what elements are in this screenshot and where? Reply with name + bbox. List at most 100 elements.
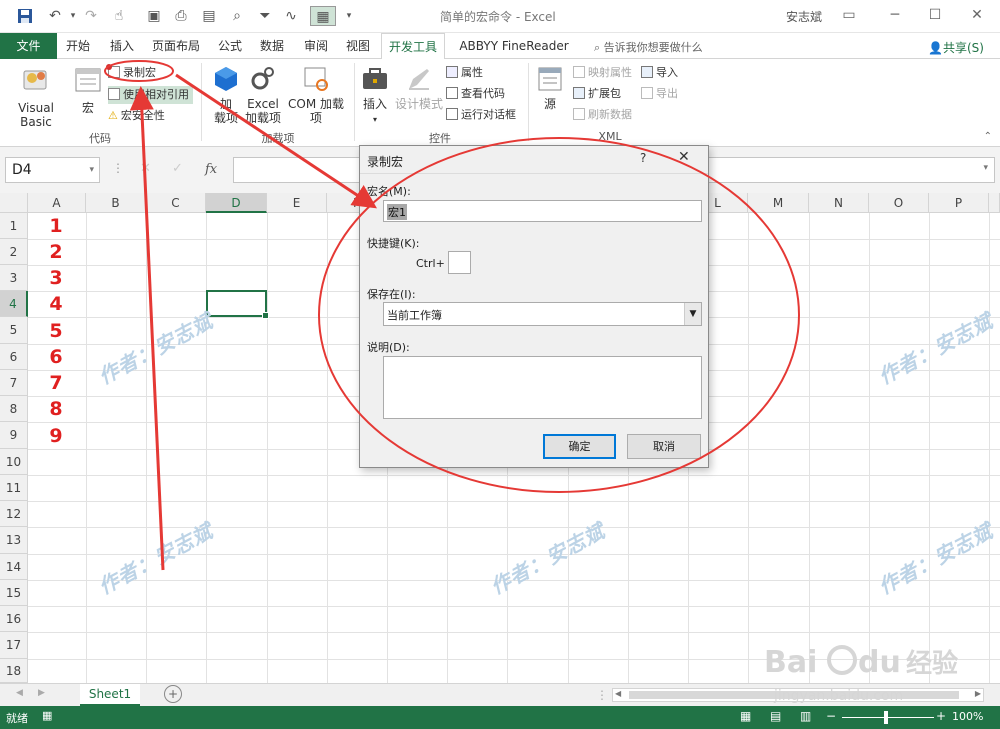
tell-me-search[interactable]: ⌕ 告诉我你想要做什么 bbox=[594, 39, 703, 55]
help-icon[interactable]: ? bbox=[640, 151, 646, 165]
tab-page-layout[interactable]: 页面布局 bbox=[148, 33, 204, 59]
row-header[interactable]: 7 bbox=[0, 370, 28, 396]
save-icon[interactable] bbox=[14, 6, 36, 26]
visual-basic-button[interactable]: Visual Basic bbox=[4, 65, 68, 129]
redo-icon[interactable]: ↷ bbox=[80, 6, 102, 26]
addins-button[interactable]: 加载项 bbox=[208, 65, 244, 125]
minimize-icon[interactable]: ─ bbox=[882, 4, 908, 26]
row-header[interactable]: 11 bbox=[0, 475, 28, 501]
cell-a8[interactable]: 8 bbox=[44, 398, 68, 420]
column-header[interactable]: B bbox=[86, 193, 146, 213]
collapse-ribbon-icon[interactable]: ⌃ bbox=[984, 131, 992, 142]
maximize-icon[interactable]: ☐ bbox=[922, 4, 948, 26]
tab-insert[interactable]: 插入 bbox=[104, 33, 140, 59]
cell-a3[interactable]: 3 bbox=[44, 267, 68, 289]
chevron-down-icon[interactable]: ▼ bbox=[684, 303, 701, 325]
row-header[interactable]: 3 bbox=[0, 265, 28, 291]
more-options-icon[interactable]: ⋮ bbox=[112, 161, 124, 175]
tab-developer[interactable]: 开发工具 bbox=[381, 33, 445, 60]
print-preview-icon[interactable]: ⎙ bbox=[170, 6, 192, 26]
row-header[interactable]: 16 bbox=[0, 606, 28, 632]
column-header-selected[interactable]: D bbox=[206, 193, 267, 213]
column-header[interactable]: N bbox=[809, 193, 869, 213]
tab-review[interactable]: 审阅 bbox=[298, 33, 334, 59]
cell-a6[interactable]: 6 bbox=[44, 346, 68, 368]
scroll-left-icon[interactable]: ◀ bbox=[615, 689, 621, 698]
page-layout-view-icon[interactable]: ▤ bbox=[770, 709, 781, 723]
chart-icon[interactable]: ∿ bbox=[280, 6, 302, 26]
column-header[interactable]: A bbox=[28, 193, 86, 213]
scroll-tabs-right-icon[interactable]: ▶ bbox=[38, 688, 45, 698]
column-header[interactable]: O bbox=[869, 193, 929, 213]
properties-button[interactable]: 属性 bbox=[446, 64, 483, 82]
add-sheet-icon[interactable]: + bbox=[164, 685, 182, 703]
column-header[interactable]: P bbox=[929, 193, 989, 213]
xml-source-button[interactable]: 源 bbox=[534, 65, 566, 111]
description-textarea[interactable] bbox=[383, 356, 702, 419]
insert-control-button[interactable]: 插入 ▾ bbox=[358, 65, 392, 127]
column-header[interactable]: C bbox=[146, 193, 206, 213]
cell-a7[interactable]: 7 bbox=[44, 372, 68, 394]
map-properties-button[interactable]: 映射属性 bbox=[573, 64, 632, 82]
cell-a4[interactable]: 4 bbox=[44, 293, 68, 315]
active-cell-d4[interactable] bbox=[206, 290, 269, 319]
undo-icon[interactable]: ↶ bbox=[44, 6, 66, 26]
customize-qat-icon[interactable]: ▾ bbox=[342, 6, 356, 26]
row-header[interactable]: 18 bbox=[0, 659, 28, 683]
tab-home[interactable]: 开始 bbox=[60, 33, 96, 59]
design-mode-button[interactable]: 设计模式 bbox=[394, 65, 444, 111]
view-code-button[interactable]: 查看代码 bbox=[446, 85, 505, 103]
share-button[interactable]: 👤共享(S) bbox=[928, 39, 984, 56]
store-in-select[interactable]: 当前工作簿 ▼ bbox=[383, 302, 702, 326]
run-dialog-button[interactable]: 运行对话框 bbox=[446, 106, 516, 124]
shortcut-key-input[interactable] bbox=[448, 251, 471, 274]
column-header[interactable]: M bbox=[748, 193, 809, 213]
refresh-data-button[interactable]: 刷新数据 bbox=[573, 106, 632, 124]
cell-a5[interactable]: 5 bbox=[44, 320, 68, 342]
zoom-level[interactable]: 100% bbox=[952, 710, 983, 723]
row-header[interactable]: 17 bbox=[0, 632, 28, 659]
row-header[interactable]: 14 bbox=[0, 554, 28, 580]
tab-splitter-icon[interactable]: ⋮ bbox=[596, 688, 608, 702]
touch-mode-icon[interactable]: ☝ bbox=[108, 6, 130, 26]
sheet-tab-sheet1[interactable]: Sheet1 bbox=[80, 684, 140, 706]
record-macro-button[interactable]: 录制宏 bbox=[106, 64, 156, 82]
filter-icon[interactable]: ⏷ bbox=[254, 6, 276, 26]
macro-recording-icon[interactable]: ▦ bbox=[42, 709, 52, 722]
find-icon[interactable]: ⌕ bbox=[226, 6, 248, 26]
zoom-in-icon[interactable]: + bbox=[936, 709, 946, 723]
zoom-out-icon[interactable]: − bbox=[826, 709, 836, 723]
excel-addins-button[interactable]: Excel 加载项 bbox=[244, 65, 282, 125]
name-box-dropdown-icon[interactable]: ▾ bbox=[89, 158, 94, 182]
zoom-slider-thumb[interactable] bbox=[884, 711, 888, 724]
confirm-entry-icon[interactable]: ✓ bbox=[172, 161, 183, 176]
name-box[interactable]: D4 ▾ bbox=[5, 157, 100, 183]
close-icon[interactable]: ✕ bbox=[678, 149, 690, 165]
insert-function-icon[interactable]: fx bbox=[205, 162, 217, 177]
row-header[interactable]: 13 bbox=[0, 527, 28, 554]
relative-reference-button[interactable]: 使用相对引用 bbox=[108, 86, 193, 104]
ribbon-display-icon[interactable]: ▭ bbox=[836, 4, 862, 26]
normal-view-icon[interactable]: ▦ bbox=[740, 709, 751, 723]
row-header[interactable]: 2 bbox=[0, 239, 28, 265]
row-header[interactable]: 10 bbox=[0, 449, 28, 475]
row-header[interactable]: 1 bbox=[0, 213, 28, 239]
macro-name-input[interactable]: 宏1 bbox=[383, 200, 702, 222]
tab-data[interactable]: 数据 bbox=[254, 33, 290, 59]
tab-formulas[interactable]: 公式 bbox=[212, 33, 248, 59]
camera-icon[interactable]: ▣ bbox=[143, 6, 165, 26]
expand-formula-icon[interactable]: ▾ bbox=[983, 163, 988, 173]
macros-button[interactable]: 宏 bbox=[72, 65, 104, 115]
form-icon[interactable]: ▦ bbox=[310, 6, 336, 26]
cancel-entry-icon[interactable]: ✕ bbox=[140, 161, 151, 176]
tab-file[interactable]: 文件 bbox=[0, 33, 57, 59]
cell-a1[interactable]: 1 bbox=[44, 215, 68, 237]
export-button[interactable]: 导出 bbox=[641, 85, 678, 103]
cancel-button[interactable]: 取消 bbox=[627, 434, 701, 459]
new-sheet-icon[interactable]: ▤ bbox=[198, 6, 220, 26]
tab-abbyy[interactable]: ABBYY FineReader 12 bbox=[452, 33, 576, 79]
row-header[interactable]: 9 bbox=[0, 422, 28, 449]
row-header[interactable]: 12 bbox=[0, 501, 28, 527]
row-header[interactable]: 6 bbox=[0, 344, 28, 370]
select-all-corner[interactable] bbox=[0, 193, 28, 213]
